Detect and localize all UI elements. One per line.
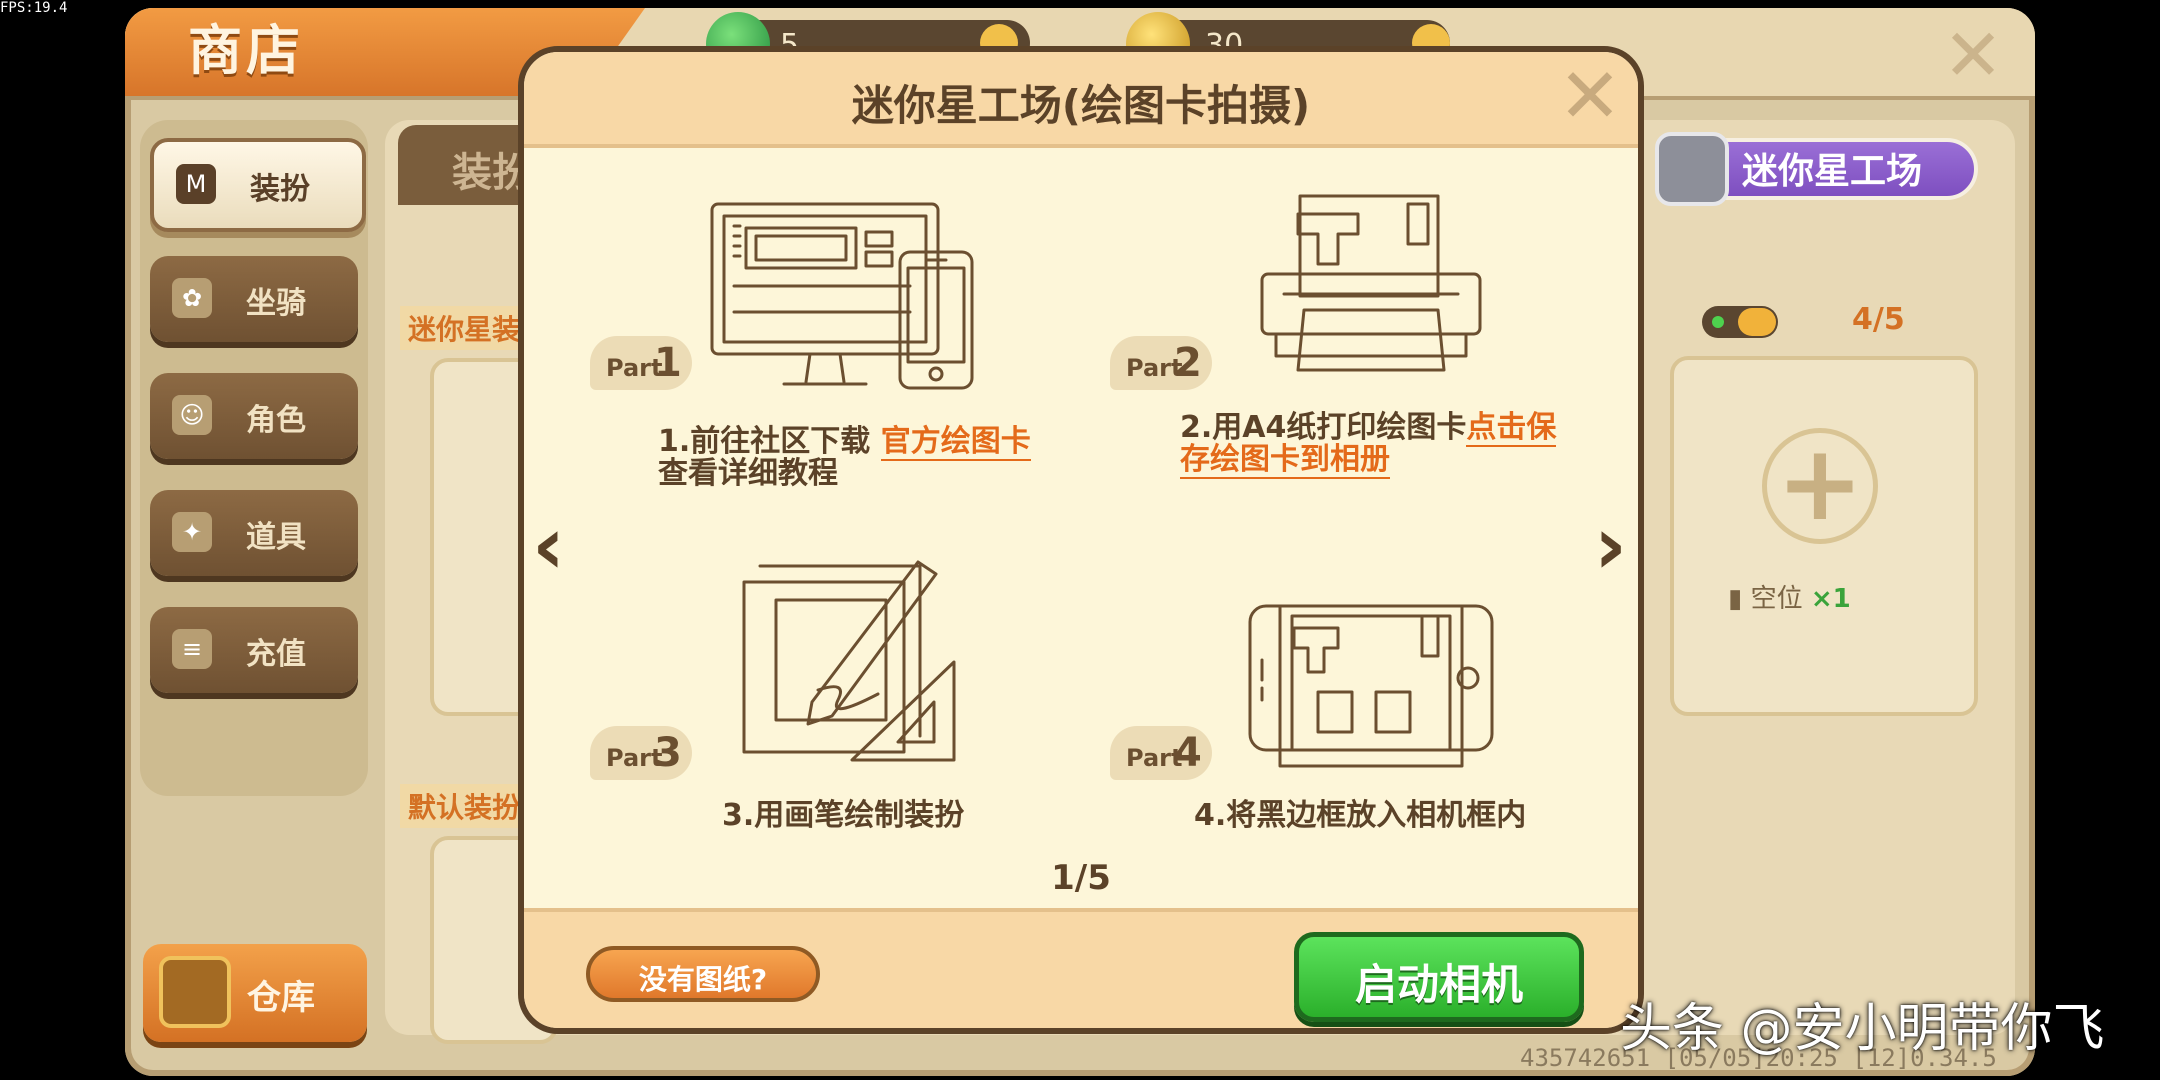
section-label-default: 默认装扮 (400, 784, 529, 828)
part-badge: Part 2 (1110, 336, 1212, 390)
toggle-knob (1738, 308, 1776, 336)
part-badge: Part 3 (590, 726, 692, 780)
mini-star-factory-label: 迷你星工场 (1742, 151, 1923, 192)
slot-icon: ▮ (1728, 584, 1751, 614)
step-3-text: 3.用画笔绘制装扮 (722, 798, 965, 833)
mount-icon: ✿ (172, 278, 212, 318)
sidebar-item-label: 道具 (246, 520, 306, 555)
empty-slot-count: ×1 (1810, 584, 1851, 614)
part-badge: Part 4 (1110, 726, 1212, 780)
sidebar-item-recharge[interactable]: ≡ 充值 (150, 607, 358, 693)
plus-icon[interactable]: + (1762, 428, 1878, 544)
shop-title: 商店 (188, 19, 304, 82)
treasure-chest-icon (159, 956, 231, 1028)
monitor-phone-icon (710, 202, 974, 390)
warehouse-label: 仓库 (247, 978, 315, 1018)
sidebar-item-character[interactable]: ☺ 角色 (150, 373, 358, 459)
step-1-text: 1.前往社区下载 官方绘图卡查看详细教程 (658, 424, 1031, 491)
phone-camera-icon (1248, 604, 1494, 768)
character-icon: ☺ (172, 395, 212, 435)
sidebar-item-items[interactable]: ✦ 道具 (150, 490, 358, 576)
sidebar-item-mount[interactable]: ✿ 坐骑 (150, 256, 358, 342)
coins-stack-icon: ≡ (172, 629, 212, 669)
slot-count: 4/5 (1852, 302, 1905, 337)
toggle-indicator-icon (1712, 316, 1724, 328)
official-card-link[interactable]: 官方绘图卡 (880, 424, 1031, 461)
shop-close-icon[interactable]: ✕ (1938, 19, 2008, 91)
fps-counter: FPS:19.4 (0, 0, 68, 16)
shirt-icon: M (176, 164, 216, 204)
previous-page-icon[interactable]: ‹ (532, 506, 565, 586)
dialog-title: 迷你星工场(绘图卡拍摄) (851, 81, 1311, 130)
sidebar-item-dressup[interactable]: M 装扮 (150, 138, 366, 232)
no-paper-button[interactable]: 没有图纸? (586, 946, 820, 1002)
sidebar-item-label: 装扮 (250, 172, 310, 207)
part-badge: Part 1 (590, 336, 692, 390)
page-indicator: 1/5 (1051, 858, 1111, 898)
sidebar-item-label: 角色 (246, 403, 306, 438)
empty-slot-label: ▮ 空位 ×1 (1728, 584, 1851, 614)
start-camera-button[interactable]: 启动相机 (1294, 932, 1584, 1022)
drawing-board-icon (742, 560, 956, 762)
sidebar-item-label: 坐骑 (246, 286, 306, 321)
close-icon[interactable]: ✕ (1554, 58, 1626, 134)
next-page-icon[interactable]: › (1594, 506, 1627, 586)
sidebar-item-label: 充值 (246, 637, 306, 672)
start-camera-label: 启动相机 (1354, 960, 1523, 1009)
printer-icon (1260, 194, 1482, 372)
step-2-text: 2.用A4纸打印绘图卡点击保存绘图卡到相册 (1180, 410, 1557, 479)
step-4-text: 4.将黑边框放入相机框内 (1194, 798, 1527, 833)
party-popper-icon: ✦ (172, 512, 212, 552)
watermark: 头条 @安小明带你飞 (1620, 999, 2105, 1059)
warehouse-button[interactable]: 仓库 (143, 944, 367, 1042)
no-paper-label: 没有图纸? (638, 963, 768, 996)
camera-icon (1655, 132, 1729, 206)
mini-star-factory-dialog: 迷你星工场(绘图卡拍摄) ✕ Part 1 1.前往社区下载 官方绘图卡查看详细教… (518, 46, 1644, 1034)
section-label-mini: 迷你星装 (400, 306, 529, 350)
